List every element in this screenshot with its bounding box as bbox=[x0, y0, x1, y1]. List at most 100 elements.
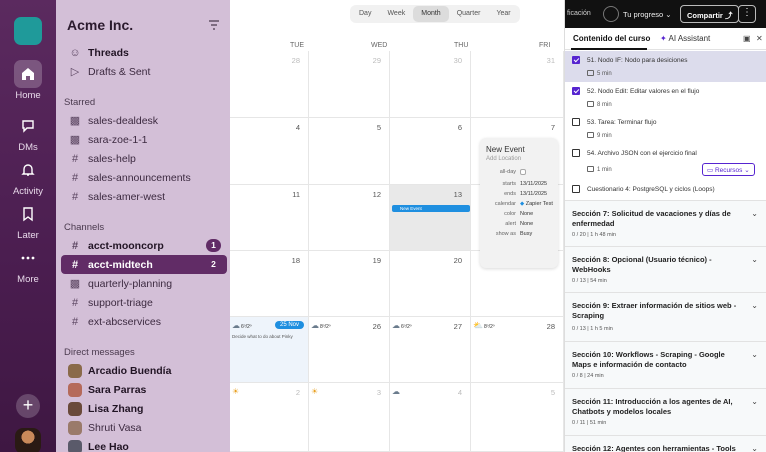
lecture-checkbox[interactable] bbox=[572, 87, 580, 95]
starred-header[interactable]: Starred bbox=[64, 97, 95, 108]
sidebar-item-label: acct-midtech bbox=[88, 258, 153, 271]
view-month[interactable]: Month bbox=[413, 6, 449, 22]
day-cell[interactable]: 18 bbox=[230, 251, 309, 317]
sidebar-item-sales-amer-west[interactable]: # sales-amer-west bbox=[61, 187, 227, 206]
event-title[interactable]: New Event bbox=[486, 145, 525, 154]
day-cell[interactable]: ☀ 2 bbox=[230, 383, 309, 452]
view-day[interactable]: Day bbox=[351, 6, 379, 22]
sidebar-item-sales-dealdesk[interactable]: ▩ sales-dealdesk bbox=[61, 111, 227, 130]
day-cell[interactable]: 6 bbox=[390, 118, 471, 185]
tab-ai-assistant[interactable]: ✦ AI Assistant bbox=[660, 34, 710, 43]
lecture-item[interactable]: 51. Nodo IF: Nodo para desiciones 5 min bbox=[565, 51, 766, 82]
video-icon bbox=[587, 132, 594, 138]
unread-badge: 1 bbox=[206, 239, 221, 252]
add-button[interactable]: + bbox=[16, 394, 40, 418]
section-8[interactable]: Sección 8: Opcional (Usuario técnico) - … bbox=[565, 246, 766, 292]
filter-icon[interactable] bbox=[208, 19, 220, 31]
day-cell[interactable]: 12 bbox=[309, 185, 390, 251]
sidebar-item-sara-zoe[interactable]: ▩ sara-zoe-1-1 bbox=[61, 130, 227, 149]
sidebar-item-acct-mooncorp[interactable]: # acct-mooncorp 1 bbox=[61, 236, 227, 255]
rail-activity[interactable]: Activity bbox=[0, 156, 56, 197]
rail-dms[interactable]: DMs bbox=[0, 112, 56, 153]
lecture-checkbox[interactable] bbox=[572, 56, 580, 64]
user-avatar[interactable] bbox=[15, 428, 41, 452]
share-button[interactable]: Compartir ⤴ bbox=[680, 5, 740, 23]
sidebar-item-quarterly-planning[interactable]: ▩ quarterly-planning bbox=[61, 274, 227, 293]
rail-later[interactable]: Later bbox=[0, 200, 56, 241]
sidebar-item-label: ext-abcservices bbox=[88, 315, 161, 328]
lecture-checkbox[interactable] bbox=[572, 185, 580, 193]
tab-course-content[interactable]: Contenido del curso bbox=[573, 34, 650, 43]
section-9[interactable]: Sección 9: Extraer información de sitios… bbox=[565, 292, 766, 341]
avatar bbox=[68, 382, 82, 397]
view-year[interactable]: Year bbox=[488, 6, 518, 22]
sidebar-item-label: sales-amer-west bbox=[88, 190, 166, 203]
resources-button[interactable]: ▭ Recursos ⌄ bbox=[702, 163, 755, 176]
section-10[interactable]: Sección 10: Workflows - Scraping - Googl… bbox=[565, 341, 766, 388]
channels-header[interactable]: Channels bbox=[64, 222, 104, 233]
dm-lee[interactable]: Lee Hao bbox=[61, 437, 227, 452]
rail-more[interactable]: More bbox=[0, 244, 56, 285]
expand-icon[interactable]: ▣ bbox=[743, 34, 751, 43]
event-decide[interactable]: Decide what to do about Pinky bbox=[232, 334, 293, 339]
video-icon bbox=[587, 101, 594, 107]
workspace-name[interactable]: Acme Inc. bbox=[67, 17, 133, 33]
day-cell[interactable]: 20 bbox=[390, 251, 471, 317]
section-12[interactable]: Sección 12: Agentes con herramientas - T… bbox=[565, 435, 766, 452]
progress-dropdown[interactable]: Tu progreso ⌄ bbox=[623, 10, 672, 19]
day-cell[interactable]: ☁8º/2º 26 bbox=[309, 317, 390, 383]
day-cell[interactable]: 29 bbox=[309, 51, 390, 118]
dm-lisa[interactable]: Lisa Zhang bbox=[61, 399, 227, 418]
rail-more-label: More bbox=[17, 274, 39, 285]
sidebar-item-ext-abcservices[interactable]: # ext-abcservices bbox=[61, 312, 227, 331]
day-cell[interactable]: 4 bbox=[230, 118, 309, 185]
lecture-item[interactable]: 53. Tarea: Terminar flujo 9 min bbox=[565, 113, 766, 144]
view-quarter[interactable]: Quarter bbox=[449, 6, 489, 22]
allday-checkbox[interactable] bbox=[520, 169, 526, 175]
day-cell[interactable]: 5 bbox=[471, 383, 564, 452]
view-week[interactable]: Week bbox=[379, 6, 413, 22]
lecture-checkbox[interactable] bbox=[572, 118, 580, 126]
day-cell[interactable]: 19 bbox=[309, 251, 390, 317]
day-cell[interactable]: 5 bbox=[309, 118, 390, 185]
share-icon: ⤴ bbox=[724, 11, 733, 20]
day-cell-today[interactable]: ☁6º/2º 25 Nov Decide what to do about Pi… bbox=[230, 317, 309, 383]
course-panel: ficación Tu progreso ⌄ Compartir ⤴ ⋮ Con… bbox=[564, 0, 766, 452]
hash-icon: # bbox=[71, 258, 79, 271]
sidebar-item-sales-announcements[interactable]: # sales-announcements bbox=[61, 168, 227, 187]
close-icon[interactable]: ✕ bbox=[756, 34, 763, 43]
dm-arcadio[interactable]: Arcadio Buendía bbox=[61, 361, 227, 380]
day-cell[interactable]: ☁6º/2º 27 bbox=[390, 317, 471, 383]
section-11[interactable]: Sección 11: Introducción a los agentes d… bbox=[565, 388, 766, 435]
day-cell[interactable]: 11 bbox=[230, 185, 309, 251]
cloud-icon: ☁ bbox=[392, 387, 400, 396]
quiz-item[interactable]: Cuestionario 4: PostgreSQL y ciclos (Loo… bbox=[565, 180, 766, 200]
sidebar-item-support-triage[interactable]: # support-triage bbox=[61, 293, 227, 312]
rail-home[interactable]: Home bbox=[0, 60, 56, 101]
sidebar-item-sales-help[interactable]: # sales-help bbox=[61, 149, 227, 168]
day-cell[interactable]: ☁ 4 bbox=[390, 383, 471, 452]
day-cell[interactable]: 28 bbox=[230, 51, 309, 118]
day-cell[interactable]: ☀ 3 bbox=[309, 383, 390, 452]
event-location[interactable]: Add Location bbox=[486, 156, 521, 162]
sidebar-item-acct-midtech[interactable]: # acct-midtech 2 bbox=[61, 255, 227, 274]
lecture-checkbox[interactable] bbox=[572, 149, 580, 157]
section-7[interactable]: Sección 7: Solicitud de vacaciones y día… bbox=[565, 200, 766, 246]
dm-header[interactable]: Direct messages bbox=[64, 347, 135, 358]
sidebar-item-drafts[interactable]: ▷ Drafts & Sent bbox=[61, 62, 227, 81]
day-cell[interactable]: 31 bbox=[471, 51, 564, 118]
new-event-chip[interactable]: New Event bbox=[392, 205, 470, 212]
lecture-item[interactable]: 52. Nodo Edit: Editar valores en el fluj… bbox=[565, 82, 766, 113]
more-options-icon[interactable]: ⋮ bbox=[738, 5, 756, 23]
workspace-logo[interactable] bbox=[14, 17, 42, 45]
dm-shruti[interactable]: Shruti Vasa bbox=[61, 418, 227, 437]
sidebar-item-label: sales-help bbox=[88, 152, 136, 165]
day-cell-selected[interactable]: 13 New Event bbox=[390, 185, 471, 251]
day-cell[interactable]: ⛅8º/2º 28 bbox=[471, 317, 564, 383]
trophy-icon[interactable] bbox=[603, 6, 619, 22]
dm-sara[interactable]: Sara Parras bbox=[61, 380, 227, 399]
day-cell[interactable]: 30 bbox=[390, 51, 471, 118]
sidebar-item-threads[interactable]: ☺ Threads bbox=[61, 43, 227, 62]
hash-icon: # bbox=[71, 152, 79, 165]
day-header-wed: WED bbox=[371, 42, 388, 49]
